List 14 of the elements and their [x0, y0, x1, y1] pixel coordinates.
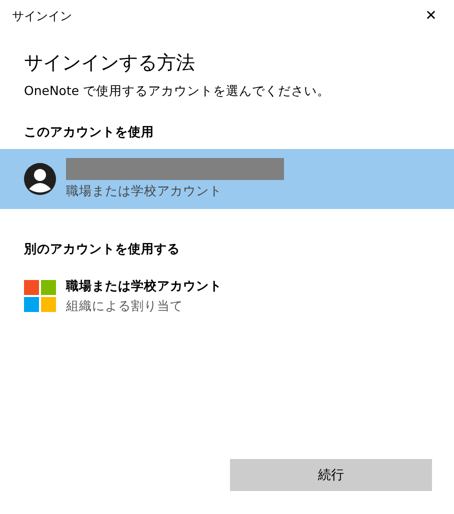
- dialog-heading: サインインする方法: [24, 51, 196, 76]
- section-title: 別のアカウントを使用する: [24, 241, 181, 258]
- account-option[interactable]: 職場または学校アカウント 組織による割り当て: [0, 266, 454, 326]
- account-type: 組織による割り当て: [66, 298, 184, 314]
- account-type: 職場または学校アカウント: [66, 183, 223, 200]
- dialog-subtitle: OneNote で使用するアカウントを選んでください。: [24, 83, 332, 100]
- section-title: このアカウントを使用: [24, 124, 155, 141]
- account-option[interactable]: 職場または学校アカウント: [0, 149, 454, 209]
- continue-button[interactable]: 続行: [230, 459, 432, 491]
- window-title: サインイン: [12, 8, 72, 24]
- avatar-icon: [24, 163, 56, 195]
- windows-logo-icon: [24, 280, 56, 312]
- close-button[interactable]: ✕: [408, 0, 454, 32]
- account-name: 職場または学校アカウント: [66, 278, 222, 294]
